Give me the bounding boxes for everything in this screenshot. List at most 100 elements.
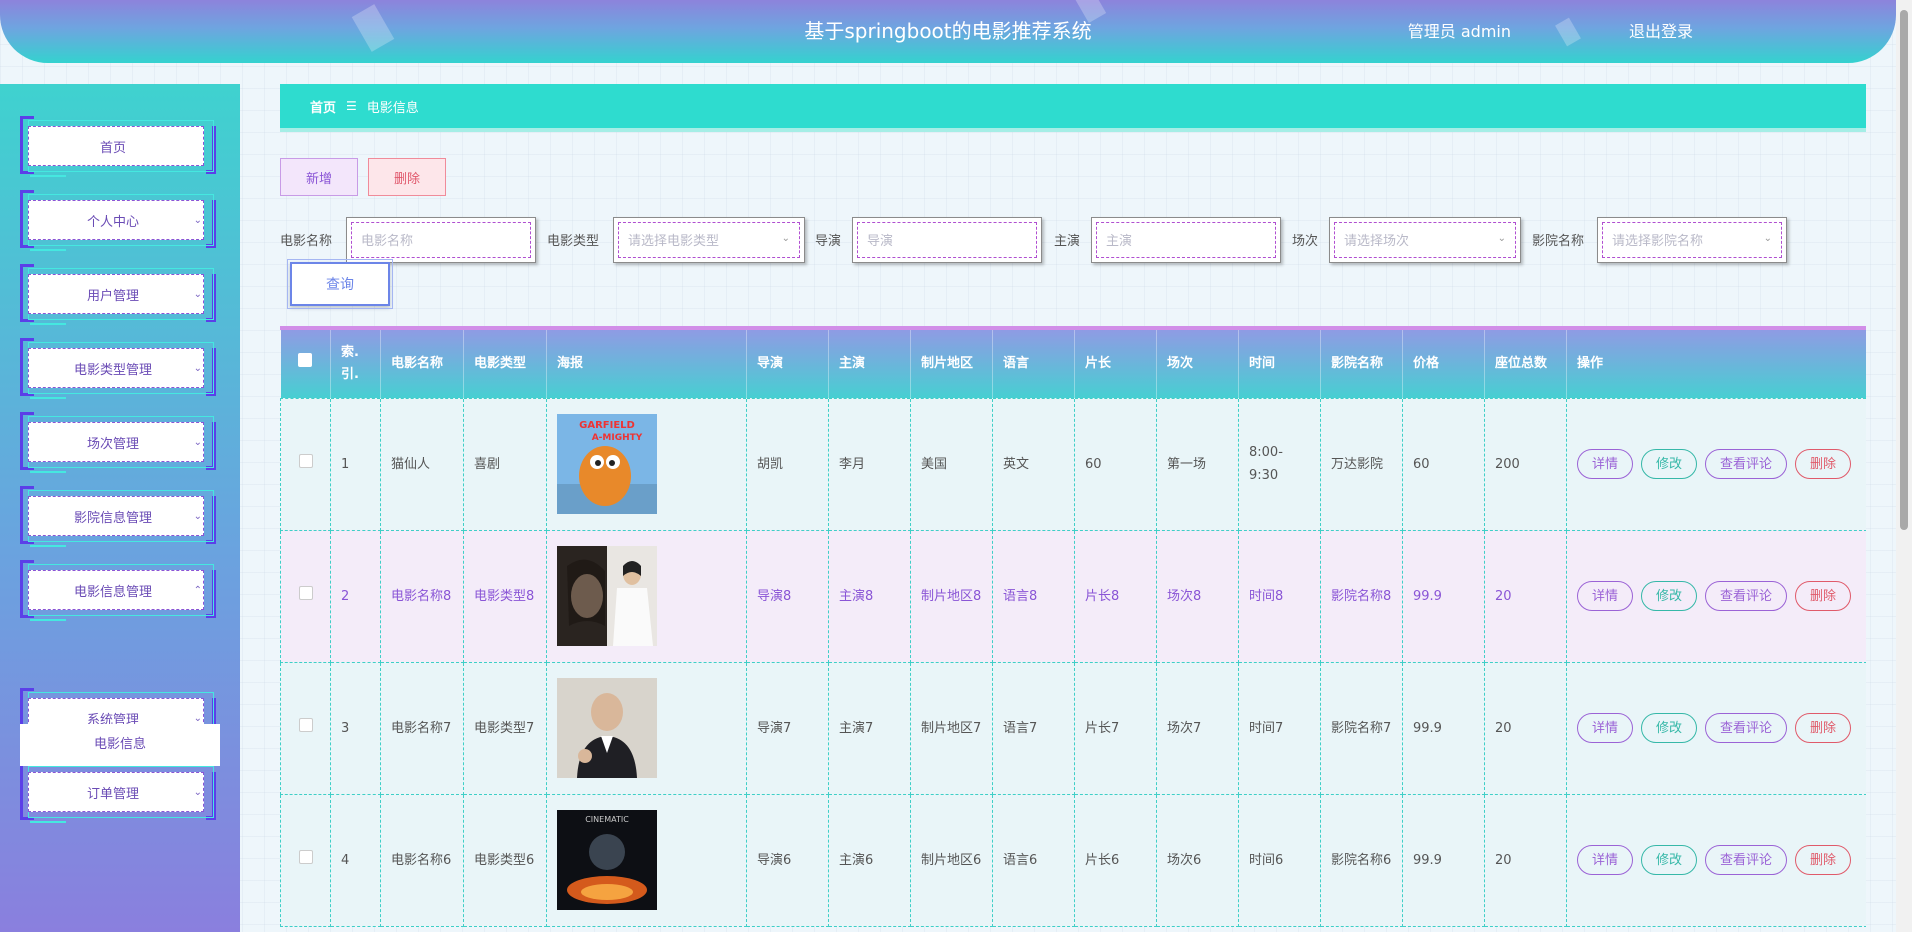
row-checkbox-cell [280, 397, 331, 531]
detail-button[interactable]: 详情 [1577, 581, 1634, 611]
filter-input-text[interactable] [628, 230, 778, 252]
filter-input-text[interactable] [1612, 230, 1762, 252]
delete-button[interactable]: 删除 [368, 158, 446, 196]
filter-input-text[interactable] [361, 230, 511, 252]
view-reviews-button[interactable]: 查看评论 [1705, 581, 1788, 611]
breadcrumb-home[interactable]: 首页 [310, 97, 336, 116]
table-row[interactable]: 4 电影名称6 电影类型6 CINEMATIC 导演6 主演6 制片地区6 语言6 片长6 场次6… [280, 793, 1866, 927]
view-reviews-button[interactable]: 查看评论 [1705, 713, 1788, 743]
sidebar-item-box[interactable]: 影院信息管理 [28, 496, 204, 536]
detail-button[interactable]: 详情 [1577, 449, 1634, 479]
filter-label: 主演 [1054, 234, 1081, 249]
cell-price: 60 [1402, 397, 1485, 531]
cell-length: 60 [1074, 397, 1157, 531]
sidebar-item[interactable]: 电影类型管理 ⌄ [20, 338, 216, 399]
view-reviews-button[interactable]: 查看评论 [1705, 449, 1788, 479]
row-checkbox[interactable] [298, 849, 313, 864]
select-all-checkbox[interactable] [298, 352, 313, 367]
actions-cell: 详情 修改 查看评论 删除 [1566, 793, 1866, 927]
sidebar-item-box[interactable]: 首页 [28, 126, 204, 166]
sidebar-item-label: 电影信息管理 [73, 584, 152, 600]
filter-input-text[interactable] [1106, 230, 1256, 252]
cell-star: 李月 [828, 397, 911, 531]
filter-input[interactable] [852, 217, 1042, 263]
row-checkbox-cell [280, 661, 331, 795]
table-row[interactable]: 3 电影名称7 电影类型7 导演7 主演7 制片地区7 语言7 片长7 场次7 时间7 影院名称7 9… [280, 661, 1866, 795]
sidebar-item-box[interactable]: 个人中心 [28, 200, 204, 240]
row-checkbox[interactable] [298, 585, 313, 600]
search-button[interactable]: 查询 [287, 259, 393, 309]
filter-select[interactable]: ⌄ [613, 217, 805, 263]
filter-input[interactable] [1091, 217, 1281, 263]
chevron-down-icon: ⌄ [193, 713, 202, 724]
chevron-down-icon: ⌄ [193, 787, 202, 798]
view-reviews-button[interactable]: 查看评论 [1705, 845, 1788, 875]
row-checkbox[interactable] [298, 717, 313, 732]
cell-cinema: 影院名称7 [1320, 661, 1403, 795]
cell-type: 电影类型7 [463, 661, 547, 795]
chevron-down-icon: ⌄ [1497, 233, 1506, 244]
sidebar-item-box[interactable]: 电影类型管理 [28, 348, 204, 388]
movie-table: 索.引. 电影名称 电影类型 海报 导演 主演 制片地区 语言 片长 场次 时间 影院名称 价格 座位总数… [280, 326, 1866, 932]
vertical-scrollbar[interactable] [1896, 0, 1912, 932]
cell-language: 语言8 [992, 529, 1075, 663]
cell-session: 场次7 [1156, 661, 1239, 795]
sidebar-item[interactable]: 个人中心 ⌄ [20, 190, 216, 251]
detail-button[interactable]: 详情 [1577, 713, 1634, 743]
add-button[interactable]: 新增 [280, 158, 358, 196]
logout-link[interactable]: 退出登录 [1629, 0, 1693, 63]
row-delete-button[interactable]: 删除 [1795, 713, 1852, 743]
sidebar-item-box[interactable]: 用户管理 [28, 274, 204, 314]
cell-region: 美国 [910, 397, 993, 531]
filter-label: 影院名称 [1532, 234, 1585, 249]
sidebar-item-box[interactable]: 场次管理 [28, 422, 204, 462]
cell-language: 英文 [992, 397, 1075, 531]
menu-icon: ☰ [346, 99, 357, 113]
sidebar-item[interactable]: 用户管理 ⌄ [20, 264, 216, 325]
column-header: 座位总数 [1484, 330, 1567, 398]
cell-director: 导演6 [746, 793, 829, 927]
actions-cell: 详情 修改 查看评论 删除 [1566, 661, 1866, 795]
poster-cell: GARFIELD A-MIGHTY [546, 397, 747, 531]
filter-input-text[interactable] [1344, 230, 1494, 252]
sidebar-item[interactable]: 影院信息管理 ⌄ [20, 486, 216, 547]
frame-dots [30, 323, 90, 325]
cell-time: 时间8 [1238, 529, 1321, 663]
edit-button[interactable]: 修改 [1641, 713, 1698, 743]
edit-button[interactable]: 修改 [1641, 581, 1698, 611]
sidebar-item[interactable]: 首页 [20, 116, 216, 177]
cell-length: 片长7 [1074, 661, 1157, 795]
filter-label: 导演 [815, 234, 842, 249]
row-delete-button[interactable]: 删除 [1795, 581, 1852, 611]
poster-cell [546, 529, 747, 663]
edit-button[interactable]: 修改 [1641, 845, 1698, 875]
table-row[interactable]: 1 猫仙人 喜剧 GARFIELD A-MIGHTY 胡凯 李月 美国 英文 60 第一场 8:00-… [280, 397, 1866, 531]
table-row[interactable]: 2 电影名称8 电影类型8 导演8 主演8 制片地区8 语言8 片长8 场次8 时间8 影院名称8 9… [280, 529, 1866, 663]
cell-cinema: 万达影院 [1320, 397, 1403, 531]
edit-button[interactable]: 修改 [1641, 449, 1698, 479]
cell-cinema: 影院名称8 [1320, 529, 1403, 663]
detail-button[interactable]: 详情 [1577, 845, 1634, 875]
filter-input-text[interactable] [867, 230, 1017, 252]
sidebar-item-box[interactable]: 订单管理 [28, 772, 204, 812]
poster-cell: CINEMATIC [546, 793, 747, 927]
row-delete-button[interactable]: 删除 [1795, 449, 1852, 479]
sidebar-item[interactable]: 场次管理 ⌄ [20, 412, 216, 473]
cell-star: 主演6 [828, 793, 911, 927]
cell-star: 主演8 [828, 529, 911, 663]
column-header: 制片地区 [910, 330, 993, 398]
cell-price: 99.9 [1402, 793, 1485, 927]
filter-select[interactable]: ⌄ [1329, 217, 1521, 263]
sidebar-item[interactable]: 电影信息管理 ⌃ [20, 560, 216, 621]
cell-name: 电影名称7 [380, 661, 464, 795]
sidebar-item-box[interactable]: 电影信息管理 [28, 570, 204, 610]
row-checkbox[interactable] [298, 453, 313, 468]
cell-length: 片长8 [1074, 529, 1157, 663]
filter-select[interactable]: ⌄ [1597, 217, 1787, 263]
filter-input[interactable] [346, 217, 536, 263]
sidebar-subitem-movie-info[interactable]: 电影信息 [20, 724, 220, 766]
scrollbar-thumb[interactable] [1900, 10, 1908, 530]
row-delete-button[interactable]: 删除 [1795, 845, 1852, 875]
sidebar-item[interactable]: 订单管理 ⌄ [20, 762, 216, 823]
filter-label: 场次 [1292, 234, 1319, 249]
